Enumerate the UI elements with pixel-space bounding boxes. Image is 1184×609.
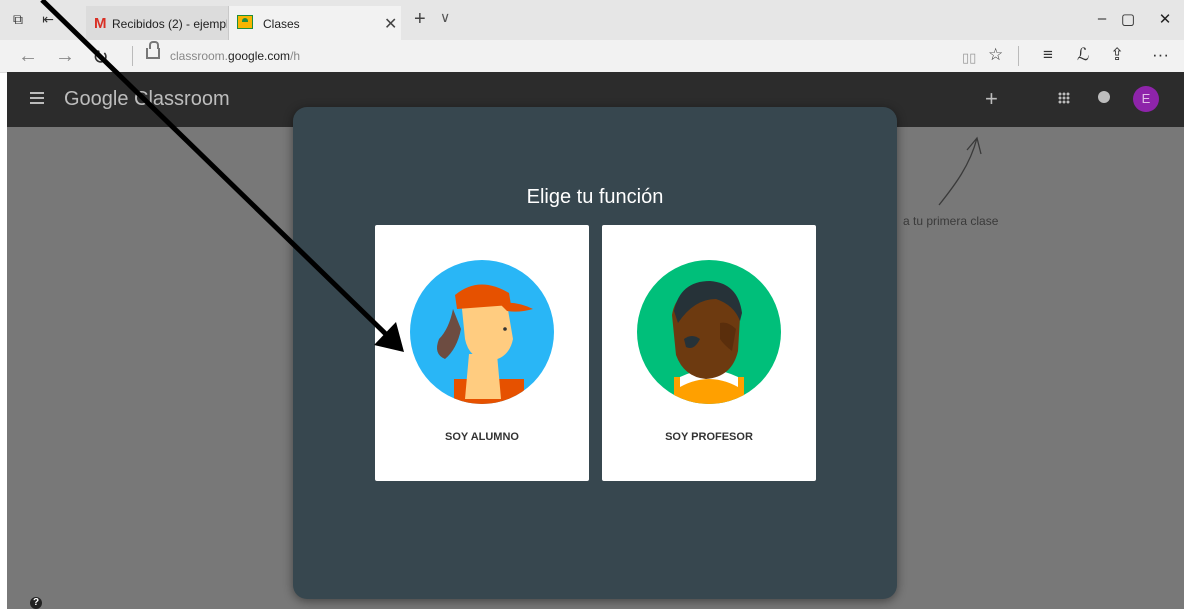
forward-button[interactable]: →: [55, 45, 75, 68]
reading-view-icon[interactable]: ▯▯: [962, 50, 976, 66]
more-icon[interactable]: ···: [1152, 45, 1169, 65]
create-class-hint: a tu primera clase: [903, 214, 999, 228]
url-path: /h: [290, 49, 301, 63]
student-role-card[interactable]: SOY ALUMNO: [375, 225, 589, 481]
add-class-button[interactable]: +: [985, 86, 998, 112]
minimize-button[interactable]: –: [1089, 10, 1115, 30]
refresh-button[interactable]: ↻: [92, 45, 109, 70]
back-button[interactable]: ←: [18, 45, 38, 68]
avatar[interactable]: E: [1133, 86, 1159, 112]
help-icon[interactable]: ?: [30, 597, 42, 609]
divider: [1018, 46, 1019, 66]
lock-icon: [146, 41, 160, 59]
favorite-star-icon[interactable]: ☆: [988, 45, 1003, 65]
hub-icon[interactable]: ≡: [1043, 45, 1053, 65]
new-tab-button[interactable]: +: [414, 8, 426, 31]
menu-icon[interactable]: [30, 92, 44, 104]
tab-preview-icon[interactable]: ⧉: [10, 11, 26, 27]
tab-gmail[interactable]: M Recibidos (2) - ejemplo@co: [86, 6, 229, 40]
app-title[interactable]: Google Classroom: [64, 88, 230, 111]
hint-arrow-icon: [938, 136, 982, 206]
classroom-icon: [237, 15, 253, 29]
divider: [132, 46, 133, 66]
teacher-role-label: SOY PROFESOR: [665, 431, 753, 443]
tab-title: Recibidos (2) - ejemplo@co: [112, 17, 227, 31]
teacher-avatar-icon: [637, 260, 781, 404]
student-avatar-icon: [410, 260, 554, 404]
close-tab-icon[interactable]: ✕: [384, 14, 397, 34]
apps-grid-icon[interactable]: [1058, 92, 1070, 104]
share-icon[interactable]: ⇪: [1110, 45, 1124, 65]
url-domain: google.com: [228, 49, 291, 63]
notifications-icon[interactable]: [1098, 91, 1110, 103]
dialog-title: Elige tu función: [526, 186, 664, 208]
tab-title: Clases: [263, 17, 300, 31]
restore-button[interactable]: ▢: [1115, 10, 1141, 30]
set-aside-tabs-icon[interactable]: ⇤: [40, 11, 56, 27]
web-note-icon[interactable]: ℒ: [1077, 45, 1089, 65]
gmail-icon: M: [94, 15, 107, 32]
teacher-role-card[interactable]: SOY PROFESOR: [602, 225, 816, 481]
url-field[interactable]: classroom.google.com/h: [170, 49, 300, 63]
student-role-label: SOY ALUMNO: [445, 431, 519, 443]
close-window-button[interactable]: ✕: [1152, 10, 1178, 30]
url-host: classroom.: [170, 49, 229, 63]
tab-classroom[interactable]: Clases ✕: [229, 6, 401, 40]
tab-list-chevron-icon[interactable]: ∨: [440, 9, 450, 26]
